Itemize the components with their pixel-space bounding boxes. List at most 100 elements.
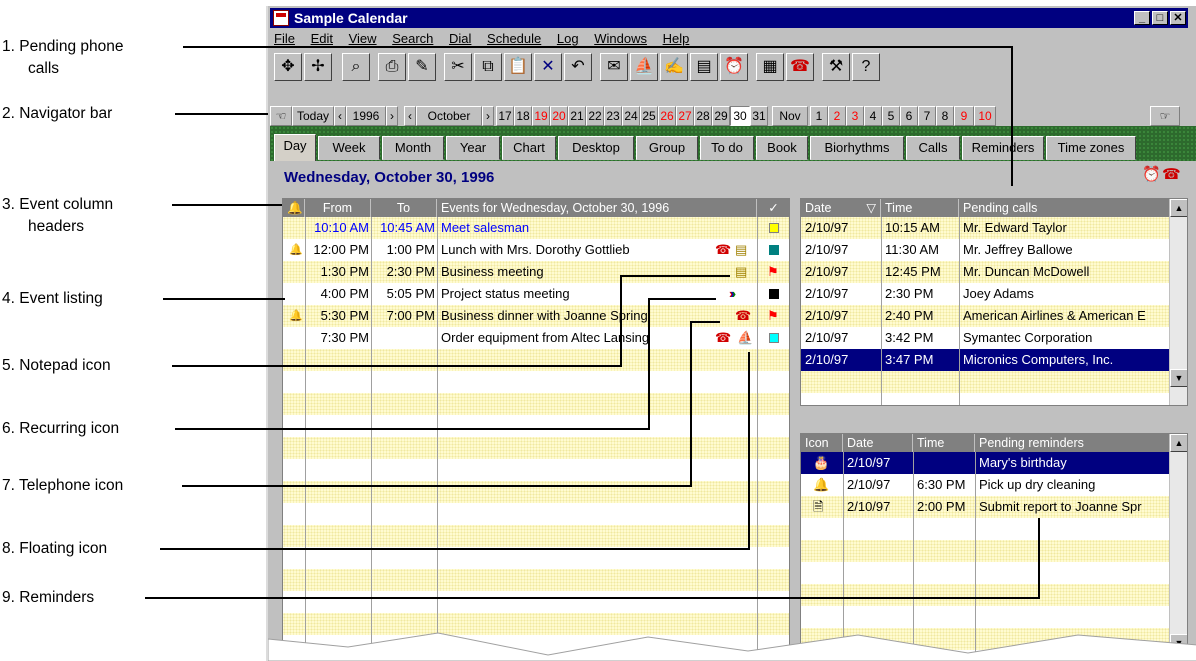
event-color-swatch[interactable] — [769, 289, 779, 299]
tab-year[interactable]: Year — [446, 136, 500, 160]
call-row[interactable]: 2/10/97 2:40 PM American Airlines & Americ… — [801, 305, 1171, 327]
nav-day-27[interactable]: 27 — [676, 106, 694, 126]
note-tool-icon[interactable]: ▤ — [690, 53, 718, 81]
tab-week[interactable]: Week — [318, 136, 380, 160]
call-row[interactable]: 2/10/97 12:45 PM Mr. Duncan McDowell — [801, 261, 1171, 283]
nav-day-30[interactable]: 30 — [730, 106, 750, 126]
tab-chart[interactable]: Chart — [502, 136, 556, 160]
calendar-tool-icon[interactable]: ▦ — [756, 53, 784, 81]
calls-time-header[interactable]: Time — [881, 199, 959, 217]
nav-next-day-5[interactable]: 5 — [882, 106, 900, 126]
event-color-swatch[interactable] — [769, 245, 779, 255]
tab-book[interactable]: Book — [756, 136, 808, 160]
nav-day-28[interactable]: 28 — [694, 106, 712, 126]
nav-next-day-9[interactable]: 9 — [954, 106, 974, 126]
notepad-icon[interactable]: ▤ — [735, 239, 747, 261]
reminder-row[interactable]: 🗎 2/10/97 2:00 PM Submit report to Joann… — [801, 496, 1171, 518]
calls-date-header[interactable]: Date ▽ — [801, 199, 881, 217]
nav-month-prev[interactable]: ‹ — [404, 106, 416, 126]
nav-day-19[interactable]: 19 — [532, 106, 550, 126]
help-icon[interactable]: ? — [852, 53, 880, 81]
call-row[interactable]: 2/10/97 3:42 PM Symantec Corporation — [801, 327, 1171, 349]
nav-next-day-7[interactable]: 7 — [918, 106, 936, 126]
nav-next-month[interactable]: Nov — [772, 106, 808, 126]
nav-next-day-4[interactable]: 4 — [864, 106, 882, 126]
nav-month[interactable]: October — [416, 106, 482, 126]
alarm-bell-icon[interactable]: 🔔 — [289, 305, 303, 327]
telephone-tool-icon[interactable]: ☎ — [786, 53, 814, 81]
menu-file[interactable]: File — [274, 31, 295, 46]
nav-next-day-8[interactable]: 8 — [936, 106, 954, 126]
telephone-icon[interactable]: ☎ — [715, 327, 731, 349]
flag-icon[interactable]: ⚑ — [767, 261, 779, 283]
telephone-icon[interactable]: ☎ — [735, 305, 751, 327]
tab-todo[interactable]: To do — [700, 136, 754, 160]
scroll-up-icon[interactable]: ▲ — [1170, 434, 1187, 452]
print-icon[interactable]: ⎙ — [378, 53, 406, 81]
event-bell-header[interactable]: 🔔 — [283, 199, 305, 217]
reminders-text-header[interactable]: Pending reminders — [975, 434, 1171, 452]
tools-icon[interactable]: ⚒ — [822, 53, 850, 81]
nav-next-day-10[interactable]: 10 — [974, 106, 996, 126]
reminders-time-header[interactable]: Time — [913, 434, 975, 452]
copy-icon[interactable]: ⧉ — [474, 53, 502, 81]
nav-back-hand-icon[interactable]: ☜ — [270, 106, 292, 126]
telephone-header-icon[interactable]: ☎ — [1162, 165, 1181, 183]
nav-day-29[interactable]: 29 — [712, 106, 730, 126]
event-row[interactable]: 🔔 12:00 PM 1:00 PM Lunch with Mrs. Dorot… — [283, 239, 789, 261]
delete-icon[interactable]: ✕ — [534, 53, 562, 81]
reminder-row-selected[interactable]: 🎂 2/10/97 Mary's birthday — [801, 452, 1171, 474]
event-row[interactable]: 4:00 PM 5:05 PM Project status meeting ›… — [283, 283, 789, 305]
ink-icon[interactable]: ✎ — [408, 53, 436, 81]
calls-name-header[interactable]: Pending calls — [959, 199, 1171, 217]
nav-year-prev[interactable]: ‹ — [334, 106, 346, 126]
notepad-tool-icon[interactable]: ✍ — [660, 53, 688, 81]
event-from-header[interactable]: From — [305, 199, 371, 217]
notepad-icon[interactable]: ▤ — [735, 261, 747, 283]
menu-log[interactable]: Log — [557, 31, 579, 46]
tab-month[interactable]: Month — [382, 136, 444, 160]
fax-icon[interactable]: ✉ — [600, 53, 628, 81]
nav-day-31[interactable]: 31 — [750, 106, 768, 126]
call-row[interactable]: 2/10/97 10:15 AM Mr. Edward Taylor — [801, 217, 1171, 239]
event-color-swatch[interactable] — [769, 333, 779, 343]
nav-day-17[interactable]: 17 — [496, 106, 514, 126]
reminders-scrollbar[interactable]: ▲ ▼ — [1169, 434, 1187, 660]
telephone-icon[interactable]: ☎ — [715, 239, 731, 261]
tab-desktop[interactable]: Desktop — [558, 136, 634, 160]
event-row[interactable]: 10:10 AM 10:45 AM Meet salesman — [283, 217, 789, 239]
menu-schedule[interactable]: Schedule — [487, 31, 541, 46]
nav-day-22[interactable]: 22 — [586, 106, 604, 126]
nav-next-day-3[interactable]: 3 — [846, 106, 864, 126]
calls-scrollbar[interactable]: ▲ ▼ — [1169, 199, 1187, 405]
nav-next-day-6[interactable]: 6 — [900, 106, 918, 126]
menu-view[interactable]: View — [349, 31, 377, 46]
undo-icon[interactable]: ↶ — [564, 53, 592, 81]
nav-day-24[interactable]: 24 — [622, 106, 640, 126]
paste-icon[interactable]: 📋 — [504, 53, 532, 81]
floating-icon[interactable]: ⛵ — [737, 327, 753, 349]
reminder-row[interactable]: 🔔 2/10/97 6:30 PM Pick up dry cleaning — [801, 474, 1171, 496]
menu-search[interactable]: Search — [392, 31, 433, 46]
tab-reminders[interactable]: Reminders — [962, 136, 1044, 160]
nav-year[interactable]: 1996 — [346, 106, 386, 126]
tab-time-zones[interactable]: Time zones — [1046, 136, 1136, 160]
call-row-selected[interactable]: 2/10/97 3:47 PM Micronics Computers, Inc. — [801, 349, 1171, 371]
minimize-button[interactable]: _ — [1134, 11, 1150, 25]
event-row[interactable]: 1:30 PM 2:30 PM Business meeting ▤ ⚑ — [283, 261, 789, 283]
nav-next-day-1[interactable]: 1 — [810, 106, 828, 126]
scroll-down-icon[interactable]: ▼ — [1170, 369, 1187, 387]
scroll-up-icon[interactable]: ▲ — [1170, 199, 1187, 217]
find-icon[interactable]: ⌕ — [342, 53, 370, 81]
nav-day-18[interactable]: 18 — [514, 106, 532, 126]
event-to-header[interactable]: To — [371, 199, 437, 217]
tab-biorhythms[interactable]: Biorhythms — [810, 136, 904, 160]
nav-day-25[interactable]: 25 — [640, 106, 658, 126]
call-row[interactable]: 2/10/97 11:30 AM Mr. Jeffrey Ballowe — [801, 239, 1171, 261]
event-row[interactable]: 7:30 PM Order equipment from Altec Lansi… — [283, 327, 789, 349]
call-row[interactable]: 2/10/97 2:30 PM Joey Adams — [801, 283, 1171, 305]
pan-icon[interactable]: ✢ — [304, 53, 332, 81]
nav-forward-hand-icon[interactable]: ☞ — [1150, 106, 1180, 126]
flag-icon[interactable]: ⚑ — [767, 305, 779, 327]
alarm-header-icon[interactable]: ⏰ — [1142, 165, 1161, 183]
